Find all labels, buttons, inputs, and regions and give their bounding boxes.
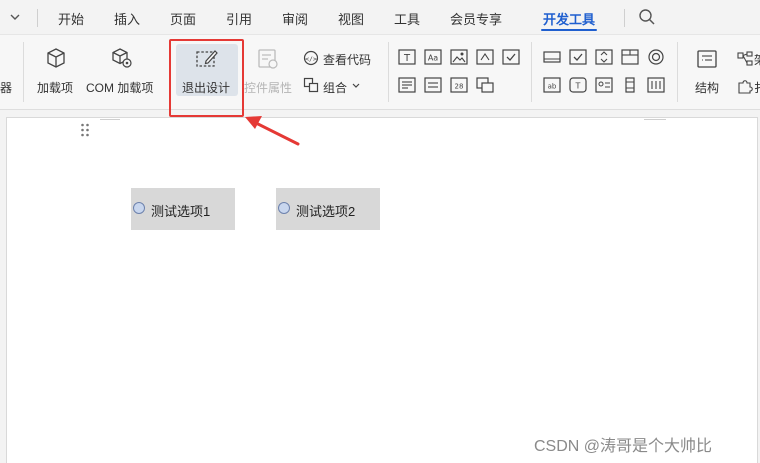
building-block-icon[interactable] (476, 49, 494, 65)
structure-button[interactable]: 结构 (695, 79, 719, 96)
listbox-control-icon[interactable] (647, 77, 665, 93)
tab-tools[interactable]: 工具 (394, 9, 420, 28)
combo-box-icon[interactable] (398, 77, 416, 93)
legacy-checkbox-icon[interactable] (569, 49, 587, 65)
ribbon-partial-label[interactable]: 器 (0, 79, 12, 96)
com-addins-icon[interactable] (110, 47, 134, 69)
plain-text-control-icon[interactable]: Aa (424, 49, 442, 65)
menu-separator (624, 9, 625, 27)
svg-text:ab: ab (548, 83, 557, 91)
ribbon-toolbar (0, 34, 760, 110)
radio-circle-icon[interactable] (278, 202, 290, 214)
group-icon[interactable] (303, 77, 319, 93)
checkbox-control-icon[interactable] (502, 49, 520, 65)
page-corner-mark (100, 119, 120, 120)
page-corner-mark (644, 119, 666, 120)
text-control-icon[interactable]: T (398, 49, 416, 65)
svg-text:Aa: Aa (428, 54, 438, 63)
tab-review[interactable]: 审阅 (282, 9, 308, 28)
dropdown-list-icon[interactable] (424, 77, 442, 93)
expansion-pack-button[interactable]: 扌 (754, 79, 760, 96)
tab-insert[interactable]: 插入 (114, 9, 140, 28)
view-code-icon[interactable]: </> (303, 50, 319, 66)
tab-page[interactable]: 页面 (170, 9, 196, 28)
drag-handle-icon[interactable] (80, 123, 90, 137)
ribbon-separator (388, 42, 389, 102)
spin-button-icon[interactable] (595, 49, 613, 65)
svg-text:</>: </> (305, 55, 317, 63)
ribbon-separator (531, 42, 532, 102)
xml-mapping-icon[interactable] (737, 51, 753, 67)
svg-text:28: 28 (455, 83, 464, 91)
annotation-highlight-box (169, 39, 244, 117)
label-control-icon[interactable]: ab (543, 77, 561, 93)
picture-control-icon[interactable] (450, 49, 468, 65)
xml-mapping-button[interactable]: 架 (754, 51, 760, 68)
legacy-textbox-icon[interactable] (543, 49, 561, 65)
structure-icon[interactable] (696, 48, 718, 70)
search-icon[interactable] (638, 8, 656, 26)
option-button-control-1[interactable]: 测试选项1 (131, 188, 235, 230)
tab-view[interactable]: 视图 (338, 9, 364, 28)
control-properties-icon (257, 48, 279, 70)
addins-button[interactable]: 加载项 (37, 79, 73, 96)
frame-control-icon[interactable] (621, 49, 639, 65)
watermark-text: CSDN @涛哥是个大帅比 (534, 438, 713, 455)
group-dropdown-icon[interactable] (352, 83, 360, 89)
tab-developer[interactable]: 开发工具 (543, 9, 595, 28)
puzzle-icon[interactable] (737, 78, 753, 94)
ribbon-separator (677, 42, 678, 102)
textbox-control-icon[interactable]: T (569, 77, 587, 93)
scrollbar-control-icon[interactable] (621, 77, 639, 93)
option-button-icon[interactable] (647, 49, 665, 65)
image-control-icon[interactable] (595, 77, 613, 93)
option-button-control-2[interactable]: 测试选项2 (276, 188, 380, 230)
date-picker-icon[interactable]: 28 (450, 77, 468, 93)
svg-text:T: T (575, 82, 581, 91)
active-tab-indicator (541, 29, 597, 31)
group-button[interactable]: 组合 (323, 79, 347, 96)
tab-member[interactable]: 会员专享 (450, 9, 502, 28)
menu-separator (37, 9, 38, 27)
repeating-section-icon[interactable] (476, 77, 494, 93)
tab-references[interactable]: 引用 (226, 9, 252, 28)
svg-text:T: T (403, 53, 411, 64)
radio-circle-icon[interactable] (133, 202, 145, 214)
option-label: 测试选项2 (296, 204, 356, 219)
com-addins-button[interactable]: COM 加载项 (86, 79, 153, 96)
view-code-button[interactable]: 查看代码 (323, 51, 371, 68)
control-properties-button: 控件属性 (244, 81, 293, 95)
option-label: 测试选项1 (151, 204, 211, 219)
chevron-down-icon[interactable] (8, 10, 22, 24)
tab-home[interactable]: 开始 (58, 9, 84, 28)
menu-bar: 开始 插入 页面 引用 审阅 视图 工具 会员专享 开发工具 (0, 0, 760, 34)
ribbon-separator (23, 42, 24, 102)
addins-cube-icon[interactable] (45, 47, 67, 69)
document-page[interactable] (6, 117, 758, 463)
